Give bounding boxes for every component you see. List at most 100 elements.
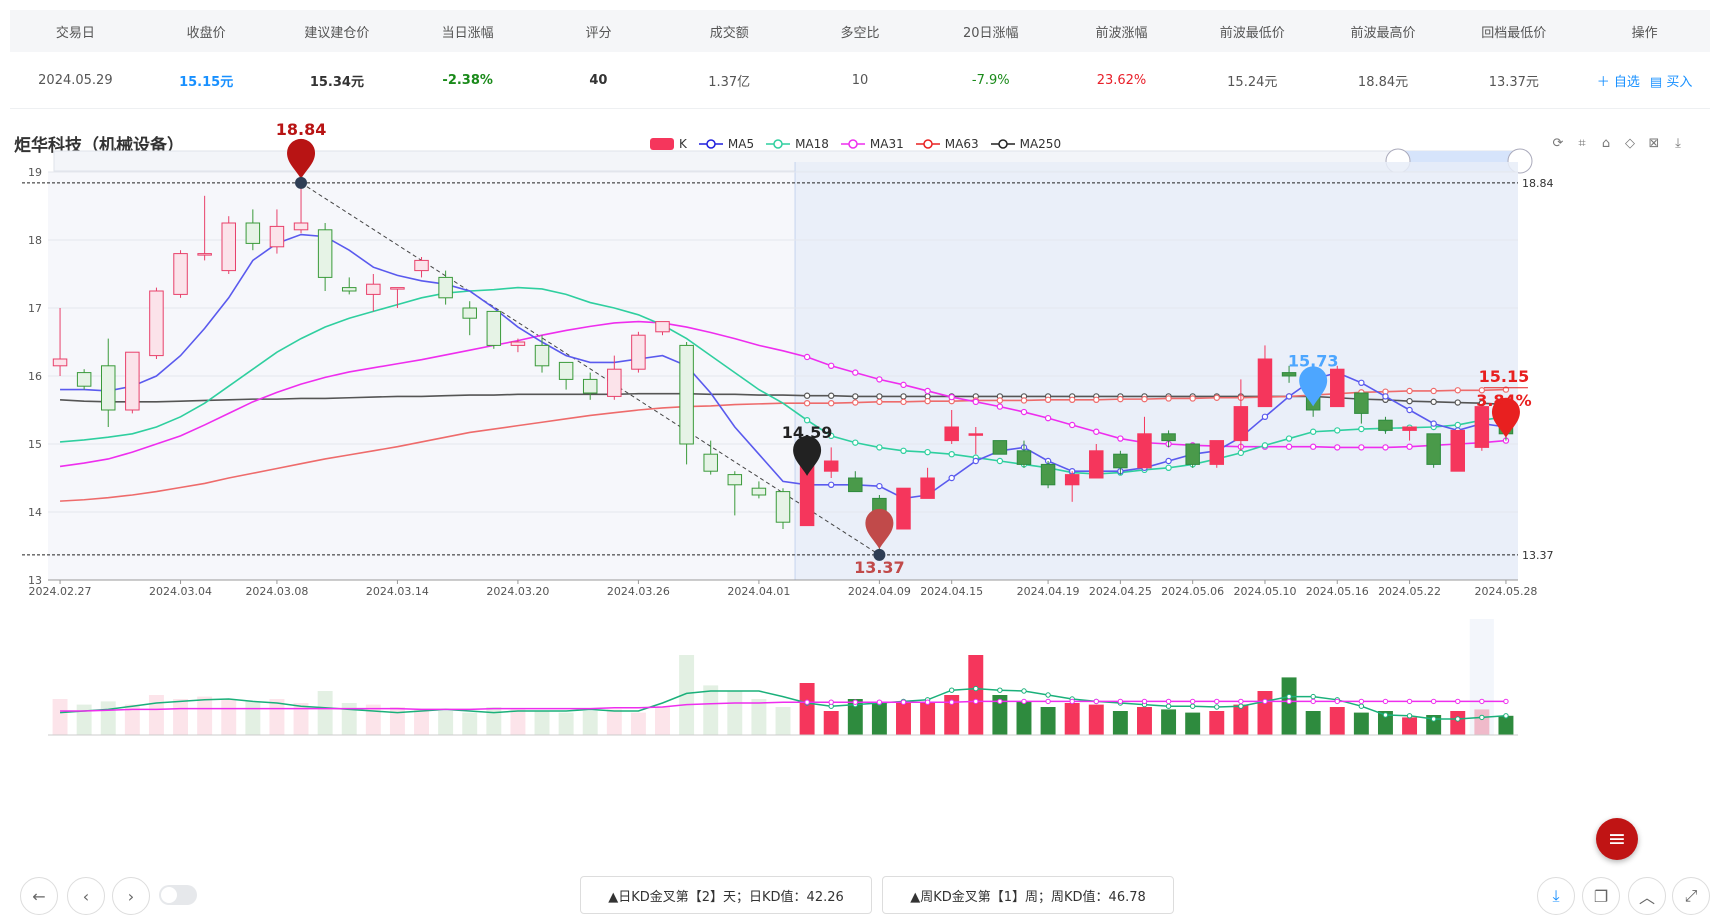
volume-bar bbox=[148, 695, 164, 735]
candle bbox=[1040, 463, 1056, 486]
add-watchlist-button[interactable]: ＋ 自选 bbox=[1597, 71, 1640, 90]
candle bbox=[679, 344, 694, 445]
volume-bar bbox=[920, 703, 936, 735]
volume-ma-a-line-point bbox=[1455, 716, 1461, 722]
header-cell: 交易日 bbox=[55, 25, 95, 41]
ma31-line-point bbox=[827, 362, 835, 369]
volume-bar bbox=[389, 707, 405, 735]
ma5-line-point bbox=[948, 474, 955, 482]
volume-ma-a-line-point bbox=[1189, 703, 1196, 709]
candle bbox=[52, 358, 68, 367]
header-cell: 多空比 bbox=[840, 25, 880, 41]
volume-ma-b-line-point bbox=[900, 699, 907, 705]
tag-bullish[interactable]: 多头 bbox=[211, 878, 255, 912]
ma31-line-point bbox=[1309, 443, 1317, 450]
ma31-line-point bbox=[803, 353, 811, 361]
volume-bar bbox=[1233, 704, 1249, 735]
ma31-line-point bbox=[1334, 444, 1341, 451]
ma250-line-point bbox=[1454, 399, 1461, 406]
volume-ma-b-line-point bbox=[1045, 698, 1051, 705]
header-cell: 成交额 bbox=[709, 25, 749, 41]
ma5-line-point bbox=[1406, 406, 1413, 414]
volume-bar bbox=[76, 704, 92, 735]
volume-bar bbox=[1450, 711, 1466, 735]
candle bbox=[775, 491, 791, 523]
volume-bar bbox=[245, 701, 261, 735]
volume-bar bbox=[823, 711, 839, 735]
x-tick-label: 2024.04.19 bbox=[1017, 585, 1080, 598]
candle bbox=[149, 290, 164, 357]
volume-bar bbox=[703, 685, 719, 735]
candle bbox=[1281, 372, 1297, 377]
ma63-line-point bbox=[1141, 395, 1148, 403]
candle bbox=[341, 287, 357, 292]
scroll-top-button[interactable]: ︿ bbox=[1628, 877, 1666, 915]
marker-label: 18.84 bbox=[276, 120, 327, 139]
cell-wave-change: 23.62% bbox=[1096, 72, 1147, 88]
tag-quarter-pressure[interactable]: 季线压力 bbox=[280, 878, 350, 912]
volume-ma-a-line-point bbox=[973, 685, 979, 692]
ma18-line-point bbox=[1237, 449, 1245, 457]
volume-ma-b-line-point bbox=[997, 698, 1003, 705]
volume-bar bbox=[1402, 717, 1418, 735]
candle bbox=[1209, 440, 1225, 465]
x-tick-label: 2024.05.22 bbox=[1378, 585, 1441, 598]
stock-chart: 131415161718192024.02.27 2024.03.04 2024.0… bbox=[22, 120, 1554, 736]
volume-bar bbox=[1016, 701, 1032, 735]
volume-ma-a-line-point bbox=[1045, 692, 1051, 698]
tag-short-volume[interactable]: 空头量能 bbox=[430, 878, 500, 912]
volume-ma-a-line-point bbox=[1479, 714, 1485, 721]
prev-button[interactable]: ‹ bbox=[67, 877, 105, 915]
volume-ma-b-line-point bbox=[1141, 698, 1148, 705]
candle bbox=[992, 440, 1008, 455]
download-button[interactable]: ⤓ bbox=[1537, 877, 1575, 915]
ma31-line-point bbox=[876, 376, 883, 383]
menu-fab[interactable]: ≡ bbox=[1596, 818, 1638, 860]
x-tick-label: 2024.03.20 bbox=[486, 585, 549, 598]
toggle-switch[interactable] bbox=[159, 885, 197, 905]
volume-ma-b-line-point bbox=[1117, 698, 1124, 705]
candle bbox=[1450, 429, 1466, 472]
buy-button[interactable]: ▤ 买入 bbox=[1650, 71, 1692, 90]
x-tick-label: 2024.03.26 bbox=[607, 585, 670, 598]
volume-ma-b-line-point bbox=[948, 699, 955, 705]
volume-bar bbox=[1281, 677, 1297, 735]
volume-ma-b-line-point bbox=[1455, 698, 1461, 705]
volume-bar bbox=[751, 699, 767, 735]
cell-day-change: -2.38% bbox=[442, 72, 493, 88]
ma18-line-point bbox=[1285, 435, 1293, 442]
candle bbox=[727, 474, 743, 486]
next-button[interactable]: › bbox=[112, 877, 150, 915]
x-tick-label: 2024.03.14 bbox=[366, 585, 429, 598]
copy-button[interactable]: ❐ bbox=[1582, 877, 1620, 915]
volume-ma-a-line-point bbox=[948, 687, 955, 693]
header-cell: 操作 bbox=[1631, 25, 1658, 41]
candle bbox=[968, 433, 984, 436]
candle bbox=[462, 307, 477, 319]
candle bbox=[1402, 426, 1417, 431]
expand-button[interactable]: ⤢ bbox=[1672, 877, 1710, 915]
volume-bar bbox=[1040, 707, 1056, 735]
ma5-line-point bbox=[827, 481, 835, 488]
candle bbox=[1474, 406, 1490, 448]
candle bbox=[125, 351, 140, 411]
tag-weak[interactable]: 弱势 bbox=[366, 878, 410, 912]
tag-no-new-high[interactable]: 未创高 bbox=[510, 878, 568, 912]
volume-ma-b-line-point bbox=[876, 699, 883, 705]
volume-bar bbox=[968, 655, 984, 735]
candle bbox=[1161, 433, 1176, 442]
back-button[interactable]: ← bbox=[20, 877, 58, 915]
ma63-line-point bbox=[1093, 396, 1100, 403]
candle bbox=[100, 365, 116, 411]
volume-bar bbox=[1137, 707, 1152, 735]
candle bbox=[823, 460, 839, 472]
cell-pullback-low: 13.37元 bbox=[1488, 74, 1539, 90]
ma250-line-point bbox=[1430, 398, 1437, 406]
ma31-line-point bbox=[1044, 414, 1052, 422]
marker-label: 15.15 bbox=[1479, 367, 1530, 386]
download-icon: ⤓ bbox=[1552, 886, 1560, 905]
ma31-line-point bbox=[1285, 443, 1293, 450]
x-tick-label: 2024.03.08 bbox=[245, 585, 308, 598]
ref-line-label: 13.37 bbox=[1522, 549, 1554, 562]
ma5-line-point bbox=[1358, 379, 1365, 386]
